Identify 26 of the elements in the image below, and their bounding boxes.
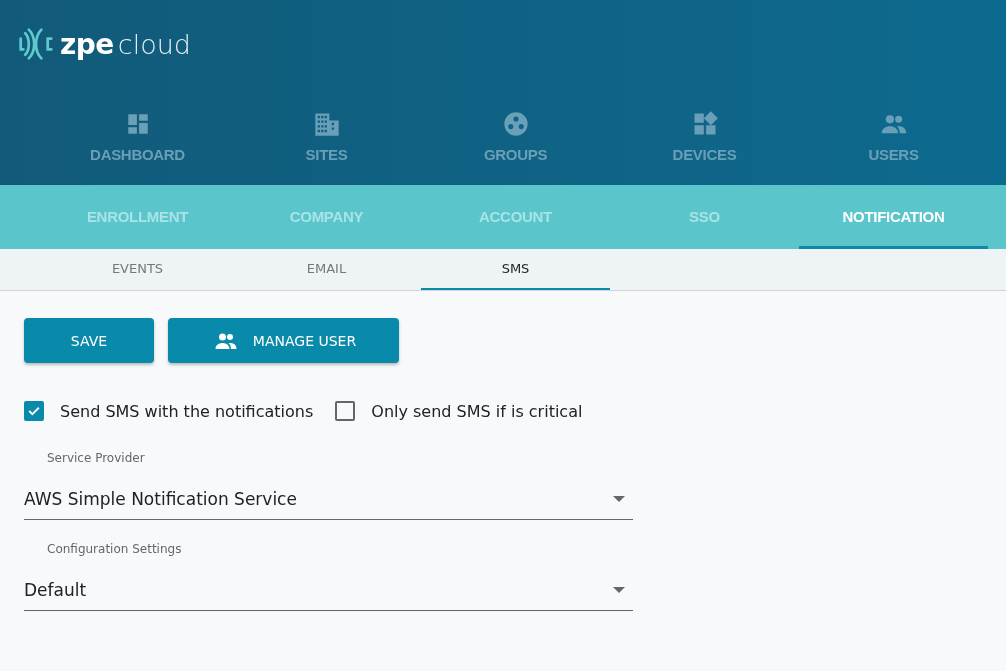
nav-link[interactable]: DEVICES [672,146,737,163]
settings-tab[interactable]: COMPANY [232,185,421,249]
select-field[interactable]: AWS Simple Notification Service [24,479,633,520]
nav-link[interactable]: USERS [868,146,919,163]
checkbox-label: Send SMS with the notifications [60,401,314,421]
nav-link[interactable]: SITES [305,146,348,163]
manage-user-button[interactable]: MANAGE USER [168,318,399,363]
settings-tab[interactable]: ENROLLMENT [43,185,232,249]
settings-tab[interactable]: ACCOUNT [421,185,610,249]
sub-tab[interactable]: SMS [421,249,610,290]
sub-tab[interactable]: EVENTS [43,249,232,290]
checkbox[interactable] [335,401,356,421]
select-field[interactable]: Default [24,570,633,611]
logo-product: cloud [117,28,191,60]
checkbox[interactable] [24,401,44,421]
checkbox-label: Only send SMS if is critical [371,401,583,421]
settings-tab[interactable]: SSO [610,185,799,249]
field-label: Service Provider [47,451,146,465]
save-button[interactable]: SAVE [24,318,154,363]
dropdown-caret-icon [613,496,625,502]
dropdown-caret-icon [613,587,625,593]
logo-brand: zpe [60,27,114,61]
field-label: Configuration Settings [47,542,183,556]
nav-link[interactable]: DASHBOARD [90,146,185,163]
nav-link[interactable]: GROUPS [483,146,548,163]
sub-tab[interactable]: EMAIL [232,249,421,290]
